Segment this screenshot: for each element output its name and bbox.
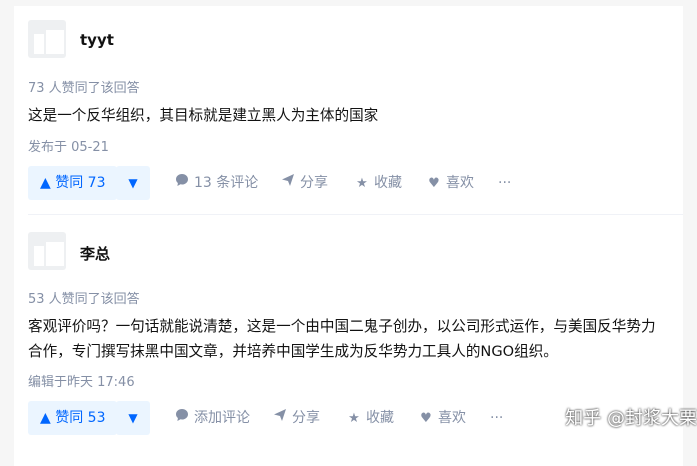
share-button[interactable]: 分享 xyxy=(280,166,328,200)
share-icon xyxy=(272,402,288,436)
vote-down-button[interactable]: ▼ xyxy=(116,166,150,200)
like-label: 喜欢 xyxy=(438,410,466,426)
collect-button[interactable]: ★ 收藏 xyxy=(354,166,402,200)
answer-time[interactable]: 发布于 05-21 xyxy=(28,136,109,155)
vote-down-button[interactable]: ▼ xyxy=(116,401,150,435)
comment-button[interactable]: 13 条评论 xyxy=(174,166,258,200)
star-icon: ★ xyxy=(356,176,368,191)
answer-list: tyyt 73 人赞同了该回答 这是一个反华组织，其目标就是建立黑人为主体的国家… xyxy=(14,6,683,466)
answer-content-line: 合作，专门撰写抹黑中国文章，并培养中国学生成为反华势力工具人的NGO组织。 xyxy=(28,343,558,360)
star-icon: ★ xyxy=(348,411,360,426)
avatar[interactable] xyxy=(28,20,66,58)
collect-label: 收藏 xyxy=(366,410,394,426)
more-button[interactable]: ··· xyxy=(498,166,511,200)
collect-label: 收藏 xyxy=(374,175,402,191)
action-bar: ▲ 赞同 73 ▼ 13 条评论 分享 ★ 收藏 ♥ 喜欢 ··· xyxy=(28,166,678,200)
answer-content-line: 客观评价吗？一句话就能说清楚，这是一个由中国二鬼子创办，以公司形式运作，与美国反… xyxy=(28,318,656,335)
heart-icon: ♥ xyxy=(420,411,432,426)
share-icon xyxy=(280,167,296,201)
answer-content: 客观评价吗？一句话就能说清楚，这是一个由中国二鬼子创办，以公司形式运作，与美国反… xyxy=(28,314,678,364)
comment-label: 添加评论 xyxy=(194,410,250,426)
author-name[interactable]: 李总 xyxy=(80,243,110,264)
answer-content: 这是一个反华组织，其目标就是建立黑人为主体的国家 xyxy=(28,107,379,124)
comment-icon xyxy=(174,402,190,436)
vote-up-button[interactable]: ▲ 赞同 53 xyxy=(28,401,118,435)
comment-icon xyxy=(174,167,190,201)
more-button[interactable]: ··· xyxy=(490,401,503,435)
vote-up-button[interactable]: ▲ 赞同 73 xyxy=(28,166,118,200)
share-label: 分享 xyxy=(300,175,328,191)
divider xyxy=(28,214,683,215)
share-label: 分享 xyxy=(292,410,320,426)
comment-label: 13 条评论 xyxy=(194,175,259,191)
answer-time[interactable]: 编辑于昨天 17:46 xyxy=(28,371,135,390)
like-label: 喜欢 xyxy=(446,175,474,191)
comment-button[interactable]: 添加评论 xyxy=(174,401,250,435)
heart-icon: ♥ xyxy=(428,176,440,191)
avatar[interactable] xyxy=(28,232,66,270)
watermark: 知乎 @封浆大栗 xyxy=(565,408,697,429)
like-button[interactable]: ♥ 喜欢 xyxy=(426,166,474,200)
voters-count[interactable]: 53 人赞同了该回答 xyxy=(28,288,140,307)
share-button[interactable]: 分享 xyxy=(272,401,320,435)
author-name[interactable]: tyyt xyxy=(80,31,114,49)
voters-count[interactable]: 73 人赞同了该回答 xyxy=(28,77,140,96)
like-button[interactable]: ♥ 喜欢 xyxy=(418,401,466,435)
collect-button[interactable]: ★ 收藏 xyxy=(346,401,394,435)
